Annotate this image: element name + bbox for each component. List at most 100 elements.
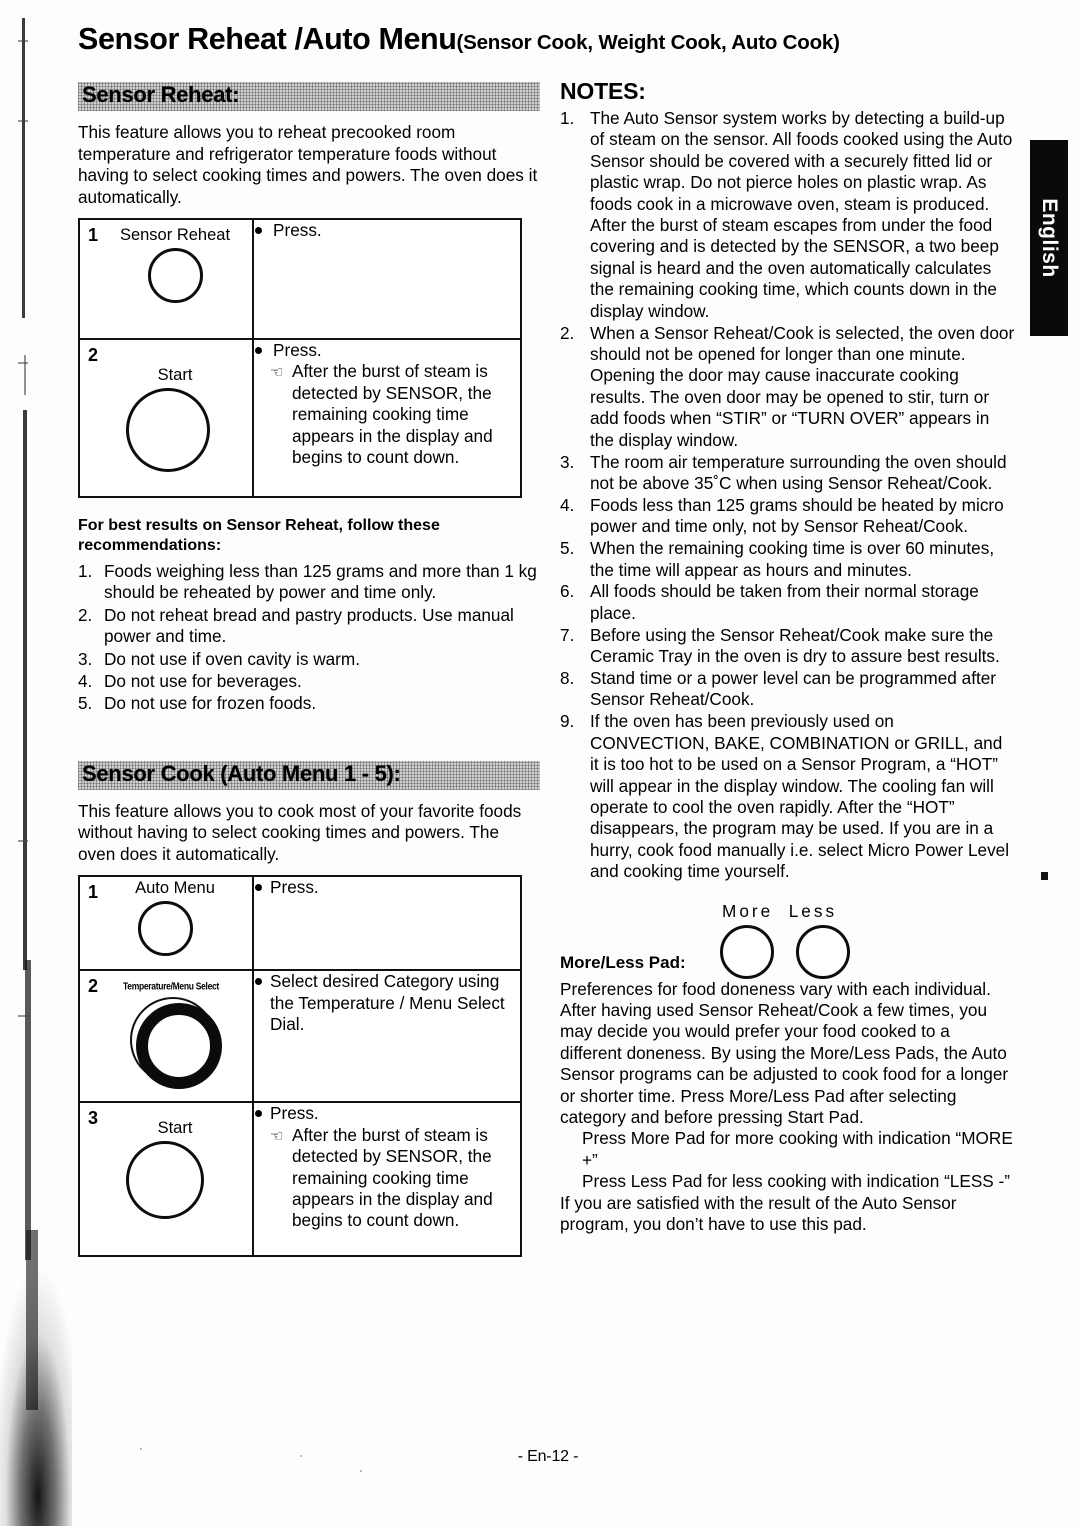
page-title-sub: (Sensor Cook, Weight Cook, Auto Cook)	[456, 31, 840, 54]
scan-gutter-artifact	[0, 0, 72, 1526]
step-number: 1	[88, 225, 99, 245]
sensor-reheat-intro: This feature allows you to reheat precoo…	[78, 122, 538, 207]
section-header-sensor-reheat: Sensor Reheat:	[78, 82, 540, 111]
step-sub-bullet: ☜ After the burst of steam is detected b…	[254, 1125, 520, 1232]
step-bullet-text: Press.	[273, 340, 322, 360]
step-sub-bullet-text: After the burst of steam is detected by …	[292, 1124, 493, 1231]
table-row: 1 Auto Menu Press.	[78, 875, 522, 972]
notes-title: NOTES:	[560, 78, 646, 104]
list-item: 5. When the remaining cooking time is ove…	[560, 538, 1015, 581]
list-item: 6. All foods should be taken from their n…	[560, 581, 1015, 624]
step-button-cell: 3 Start	[78, 1101, 254, 1258]
section-header-sensor-reheat-label: Sensor Reheat:	[82, 82, 240, 107]
list-item-text: Do not use for frozen foods.	[104, 693, 317, 714]
more-pad-instruction: Press More Pad for more cooking with ind…	[582, 1128, 1013, 1170]
dial-label: Temperature/Menu Select	[123, 980, 219, 993]
list-item-number: 1.	[78, 561, 93, 581]
sensor-cook-steps-table: 1 Auto Menu Press. 2 Temperature/Menu Se…	[78, 875, 522, 1258]
section-header-sensor-cook: Sensor Cook (Auto Menu 1 - 5):	[78, 760, 540, 790]
step-bullet-text: Select desired Category using the Temper…	[270, 971, 505, 1035]
pad-label: Sensor Reheat	[119, 226, 231, 244]
list-item: 4. Do not use for beverages.	[78, 671, 540, 692]
step-number: 2	[88, 345, 99, 365]
bullet-dot-icon	[255, 884, 262, 892]
right-column: NOTES: 1. The Auto Sensor system works by…	[560, 78, 1015, 1236]
manual-page: English Sensor Reheat /Auto Menu(Sensor …	[0, 0, 1080, 1526]
list-item-text: The room air temperature surrounding the…	[590, 451, 1007, 493]
step-bullet-text: Press.	[270, 1103, 319, 1124]
step-button-cell: 2 Start	[78, 338, 254, 498]
table-row: 3 Start Press. ☜ After the burst of stea…	[78, 1101, 522, 1258]
list-item: 1. Foods weighing less than 125 grams and…	[78, 561, 540, 604]
step-number: 1	[88, 882, 99, 903]
list-item-number: 4.	[78, 671, 93, 692]
notes-list: 1. The Auto Sensor system works by detect…	[560, 108, 1015, 883]
step-text-cell: Select desired Category using the Temper…	[252, 969, 522, 1104]
list-item: 1. The Auto Sensor system works by detect…	[560, 108, 1015, 322]
table-row: 1 Sensor Reheat Press.	[78, 218, 522, 340]
pointing-hand-icon: ☜	[270, 1127, 284, 1145]
step-text-cell: Press. ☜ After the burst of steam is det…	[252, 1101, 522, 1258]
bullet-dot-icon	[255, 347, 262, 354]
list-item-number: 6.	[560, 581, 575, 602]
list-item-text: Do not use for beverages.	[104, 671, 302, 692]
less-pad[interactable]	[796, 924, 850, 979]
step-bullet: Select desired Category using the Temper…	[254, 971, 520, 1035]
start-pad[interactable]: Start	[80, 1103, 252, 1231]
step-bullet: Press.	[254, 1103, 520, 1124]
step-sub-bullet-text: After the burst of steam is detected by …	[292, 361, 493, 468]
list-item-text: All foods should be taken from their nor…	[590, 581, 979, 623]
table-row: 2 Start Press. ☜ After the burst of stea…	[78, 338, 522, 498]
list-item-number: 1.	[560, 108, 575, 128]
list-item: 8. Stand time or a power level can be pro…	[560, 668, 1015, 711]
table-row: 2 Temperature/Menu Select Select desired…	[78, 969, 522, 1104]
list-item-text: Foods less than 125 grams should be heat…	[590, 494, 1004, 537]
dial-icon	[130, 997, 222, 1090]
step-bullet-text: Press.	[273, 220, 322, 240]
pad-circle-icon	[148, 248, 203, 303]
language-tab: English	[1030, 140, 1068, 336]
list-item: 4. Foods less than 125 grams should be he…	[560, 495, 1015, 538]
bullet-dot-icon	[255, 1110, 262, 1118]
bullet-dot-icon	[255, 978, 262, 986]
pad-circle-icon	[126, 1141, 204, 1220]
sensor-reheat-pad[interactable]: Sensor Reheat	[80, 220, 252, 315]
less-label: Less	[788, 900, 838, 921]
step-button-cell: 2 Temperature/Menu Select	[78, 969, 254, 1104]
list-item: 2. Do not reheat bread and pastry product…	[78, 605, 540, 648]
list-item-text: When the remaining cooking time is over …	[590, 538, 995, 580]
sensor-cook-intro: This feature allows you to cook most of …	[78, 800, 522, 864]
pad-circle-icon	[126, 388, 210, 472]
list-item-text: The Auto Sensor system works by detectin…	[590, 108, 1013, 321]
list-item-number: 4.	[560, 494, 575, 515]
recommendations-list: 1. Foods weighing less than 125 grams and…	[78, 561, 540, 715]
left-column: Sensor Reheat: This feature allows you t…	[78, 82, 540, 1258]
list-item: 3. Do not use if oven cavity is warm.	[78, 649, 540, 670]
step-bullet-text: Press.	[270, 877, 319, 898]
temperature-menu-select-dial[interactable]: Temperature/Menu Select	[80, 971, 252, 1095]
more-less-pad-title: More/Less Pad:	[560, 952, 686, 972]
list-item-number: 9.	[560, 711, 575, 732]
list-item-number: 7.	[560, 624, 575, 645]
list-item-text: If the oven has been previously used on …	[590, 711, 1010, 882]
step-number: 3	[88, 1108, 99, 1129]
page-footer: - En-12 -	[517, 1448, 579, 1465]
list-item: 7. Before using the Sensor Reheat/Cook ma…	[560, 625, 1015, 668]
list-item-number: 2.	[560, 322, 575, 343]
page-title-main: Sensor Reheat /Auto Menu	[78, 22, 457, 56]
list-item-number: 3.	[78, 648, 93, 669]
auto-menu-pad[interactable]: Auto Menu	[80, 877, 252, 968]
step-bullet: Press.	[254, 340, 520, 361]
step-button-cell: 1 Sensor Reheat	[78, 218, 254, 340]
page-title: Sensor Reheat /Auto Menu(Sensor Cook, We…	[78, 24, 1018, 59]
more-pad[interactable]	[720, 924, 774, 979]
list-item: 2. When a Sensor Reheat/Cook is selected,…	[560, 323, 1015, 451]
more-less-pad-block: More Less More/Less Pad: Preferences for…	[560, 901, 1015, 1236]
edge-mark	[1041, 872, 1048, 880]
pad-circle-icon	[138, 901, 193, 957]
start-pad[interactable]: Start	[80, 340, 252, 484]
bullet-dot-icon	[255, 227, 262, 234]
section-header-sensor-cook-label: Sensor Cook (Auto Menu 1 - 5):	[82, 760, 401, 786]
list-item-number: 8.	[560, 668, 575, 689]
step-bullet: Press.	[254, 877, 520, 898]
